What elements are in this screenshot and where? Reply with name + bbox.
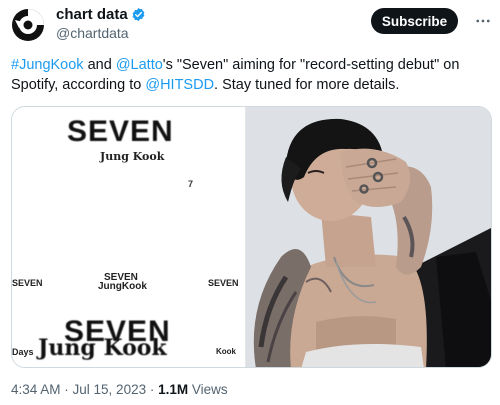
album-days-label: Days: [12, 347, 34, 357]
account-name-row[interactable]: chart data: [56, 6, 146, 23]
avatar[interactable]: [11, 8, 45, 42]
more-options-icon[interactable]: [474, 12, 492, 30]
display-name[interactable]: chart data: [56, 6, 128, 23]
media-grid: SEVEN Jung Kook 7 SEVEN SEVEN JungKook S…: [11, 106, 492, 368]
album-title-top: SEVEN: [67, 115, 174, 148]
hashtag-link[interactable]: #JungKook: [11, 57, 84, 73]
mention-link-hitsdd[interactable]: @HITSDD: [145, 77, 214, 93]
tweet-date[interactable]: Jul 15, 2023: [73, 382, 147, 397]
tweet-text: #JungKook and @Latto's "Seven" aiming fo…: [11, 55, 491, 95]
album-artist-bottom: Jung Kook: [38, 335, 167, 361]
album-track-number: 7: [188, 179, 194, 189]
meta-separator: ·: [60, 382, 73, 397]
tweet-meta: 4:34 AM · Jul 15, 2023 · 1.1M Views: [11, 382, 228, 397]
verified-badge-icon: [132, 7, 145, 22]
views-count: 1.1M: [158, 382, 189, 397]
tweet-text-segment: and: [83, 57, 116, 73]
album-row-mid: SEVEN JungKook: [98, 273, 147, 292]
account-handle[interactable]: @chartdata: [56, 25, 129, 41]
tweet: chart data @chartdata Subscribe #JungKoo…: [0, 0, 500, 405]
views-label: Views: [188, 382, 228, 397]
tweet-text-segment: . Stay tuned for more details.: [214, 77, 400, 93]
chart-data-logo-icon: [12, 9, 44, 41]
subscribe-button[interactable]: Subscribe: [371, 8, 458, 34]
meta-separator: ·: [146, 382, 159, 397]
album-row-mid-b: JungKook: [98, 281, 147, 292]
artist-photo-image[interactable]: [246, 107, 491, 367]
tweet-time[interactable]: 4:34 AM: [11, 382, 61, 397]
mention-link-latto[interactable]: @Latto: [116, 57, 163, 73]
album-cover-image[interactable]: SEVEN Jung Kook 7 SEVEN SEVEN JungKook S…: [12, 107, 246, 367]
album-row-left: SEVEN: [12, 278, 43, 288]
artist-photo: [246, 107, 491, 367]
album-row-right: SEVEN: [208, 278, 239, 288]
album-artist-top: Jung Kook: [100, 150, 165, 163]
album-small-artist: Kook: [216, 347, 236, 356]
